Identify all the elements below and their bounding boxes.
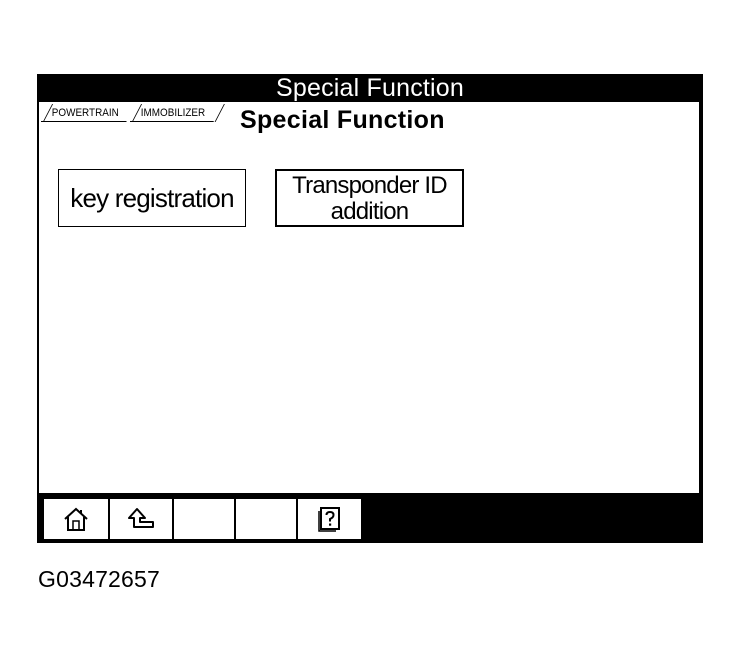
back-icon [126, 506, 156, 532]
toolbar-blank-button-2[interactable] [236, 499, 296, 539]
transponder-id-label-line2: addition [330, 198, 409, 225]
toolbar-blank-button-1[interactable] [174, 499, 234, 539]
figure-code: G03472657 [38, 566, 161, 592]
content-area: POWERTRAIN IMMOBILIZER Special Function … [39, 102, 701, 523]
key-registration-label: key registration [70, 182, 234, 213]
window-title: Special Function [275, 74, 465, 102]
transponder-id-addition-button[interactable]: Transponder ID addition [275, 169, 464, 227]
transponder-id-label-line1: Transponder ID [292, 172, 447, 199]
transponder-id-addition-label: Transponder ID addition [292, 173, 447, 225]
breadcrumb-powertrain[interactable]: POWERTRAIN [41, 105, 127, 122]
breadcrumb-immobilizer[interactable]: IMMOBILIZER [130, 105, 214, 122]
key-registration-button[interactable]: key registration [58, 169, 246, 227]
page-title: Special Function [240, 106, 445, 134]
back-button[interactable] [110, 499, 172, 539]
bottom-toolbar [37, 495, 703, 543]
home-button[interactable] [44, 499, 108, 539]
help-button[interactable] [298, 499, 361, 539]
breadcrumb: POWERTRAIN IMMOBILIZER [41, 104, 215, 122]
home-icon [62, 506, 90, 532]
scan-tool-screen: Special Function POWERTRAIN IMMOBILIZER … [37, 74, 703, 543]
help-icon [317, 506, 343, 532]
